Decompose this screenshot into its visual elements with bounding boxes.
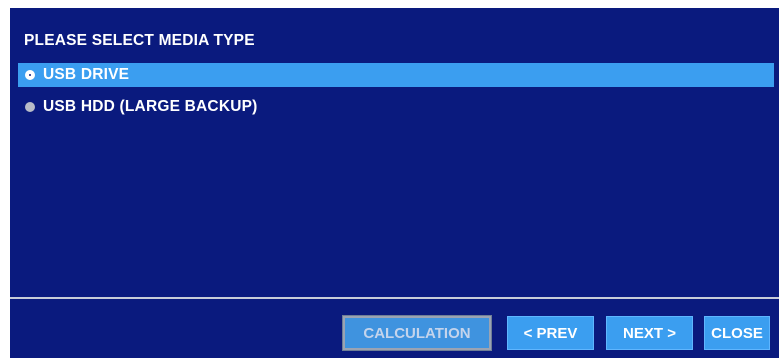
divider [10,297,779,299]
media-type-dialog: PLEASE SELECT MEDIA TYPE USB DRIVE USB H… [10,8,779,358]
radio-selected-icon[interactable] [25,70,35,80]
option-label: USB DRIVE [43,66,130,83]
radio-unselected-icon[interactable] [25,102,35,112]
prev-button[interactable]: < PREV [507,316,594,350]
option-label: USB HDD (LARGE BACKUP) [43,98,258,115]
dialog-title: PLEASE SELECT MEDIA TYPE [24,32,255,49]
next-button[interactable]: NEXT > [606,316,693,350]
option-usb-hdd[interactable]: USB HDD (LARGE BACKUP) [18,95,258,119]
close-button[interactable]: CLOSE [704,316,770,350]
calculation-button[interactable]: CALCULATION [342,315,492,351]
option-usb-drive[interactable]: USB DRIVE [18,63,774,87]
